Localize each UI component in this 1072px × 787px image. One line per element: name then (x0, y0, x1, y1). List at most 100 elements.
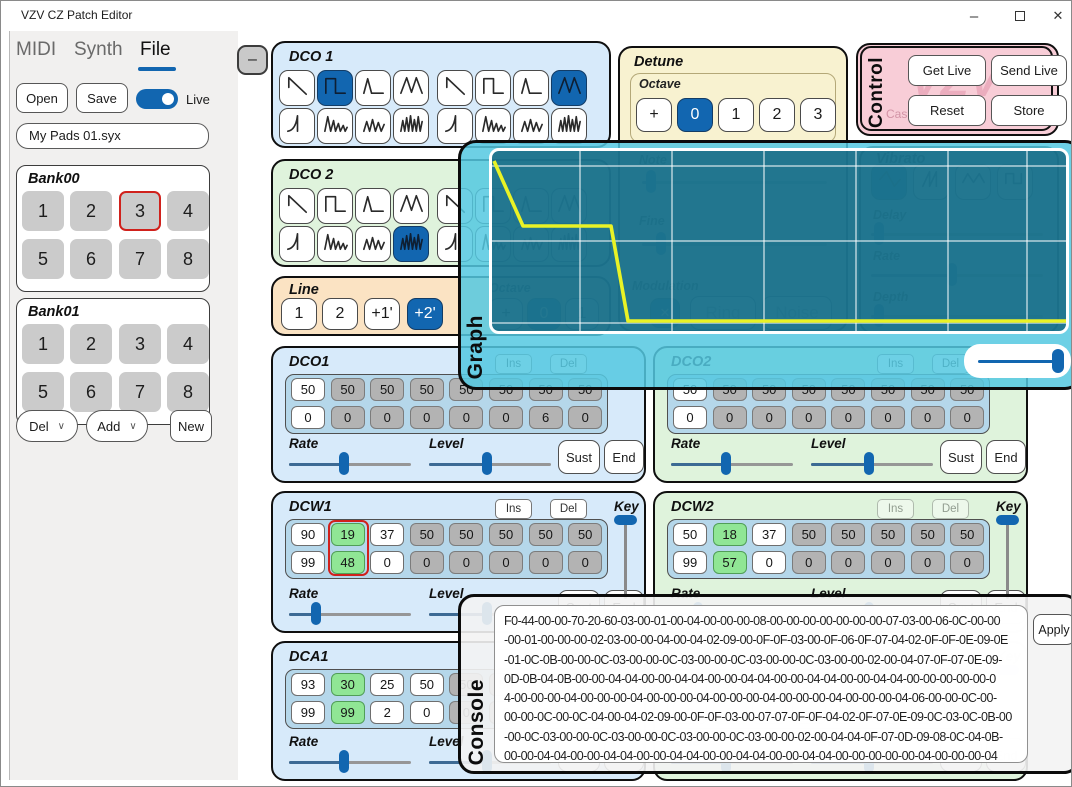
close-button[interactable]: ✕ (1043, 1, 1072, 31)
env-cell-rate[interactable]: 19 (331, 523, 365, 546)
tab-file[interactable]: File (140, 39, 171, 61)
env-cell-level[interactable]: 0 (529, 551, 563, 574)
env-cell-rate[interactable]: 50 (831, 523, 865, 546)
env-cell-rate[interactable]: 30 (331, 673, 365, 696)
rate-slider[interactable] (289, 604, 411, 624)
env-cell-level[interactable]: 0 (568, 551, 602, 574)
rate-slider-handle[interactable] (339, 452, 349, 475)
level-slider[interactable] (811, 454, 933, 474)
env-cell-level[interactable]: 0 (449, 551, 483, 574)
store-button[interactable]: Store (991, 95, 1067, 126)
env-cell-rate[interactable]: 18 (713, 523, 747, 546)
line-button[interactable]: +2' (407, 298, 443, 330)
env-cell-level[interactable]: 0 (410, 701, 444, 724)
env-cell-level[interactable]: 0 (911, 406, 945, 429)
wave-button-noise-saw-1[interactable] (317, 226, 353, 262)
env-cell-level[interactable]: 0 (410, 551, 444, 574)
save-button[interactable]: Save (76, 83, 128, 113)
wave-button-noise-saw-2[interactable] (355, 108, 391, 144)
env-cell-rate[interactable]: 50 (410, 378, 444, 401)
env-cell-rate[interactable]: 50 (370, 378, 404, 401)
env-cell-rate[interactable]: 37 (370, 523, 404, 546)
env-cell-level[interactable]: 0 (871, 406, 905, 429)
new-button[interactable]: New (170, 410, 212, 442)
del-dropdown[interactable]: Del∨ (16, 410, 78, 442)
env-cell-rate[interactable]: 93 (291, 673, 325, 696)
env-cell-level[interactable]: 0 (291, 406, 325, 429)
env-cell-level[interactable]: 99 (331, 701, 365, 724)
bank-bank00-patch-button[interactable]: 1 (22, 191, 64, 231)
env-cell-level[interactable]: 0 (673, 406, 707, 429)
bank-bank00-patch-button[interactable]: 6 (70, 239, 112, 279)
key-slider-handle[interactable] (614, 515, 637, 525)
live-toggle[interactable] (136, 89, 178, 109)
env-cell-level[interactable]: 0 (713, 406, 747, 429)
rate-slider[interactable] (289, 454, 411, 474)
bank-bank00-patch-button[interactable]: 7 (119, 239, 161, 279)
wave-button-saw-pulse[interactable] (279, 226, 315, 262)
env-cell-level[interactable]: 0 (950, 406, 984, 429)
env-cell-level[interactable]: 0 (489, 551, 523, 574)
apply-button[interactable]: Apply (1033, 614, 1072, 645)
wave-button-double-sine[interactable] (393, 188, 429, 224)
octave-button[interactable]: 0 (677, 98, 713, 132)
bank-bank01-patch-button[interactable]: 3 (119, 324, 161, 364)
bank-bank00-patch-button[interactable]: 2 (70, 191, 112, 231)
env-cell-level[interactable]: 57 (713, 551, 747, 574)
wave-button-square[interactable] (317, 188, 353, 224)
env-cell-rate[interactable]: 50 (529, 523, 563, 546)
rate-slider-handle[interactable] (311, 602, 321, 625)
env-cell-level[interactable]: 0 (370, 406, 404, 429)
env-cell-rate[interactable]: 50 (410, 523, 444, 546)
bank-bank01-patch-button[interactable]: 5 (22, 372, 64, 412)
env-cell-rate[interactable]: 50 (871, 523, 905, 546)
env-cell-level[interactable]: 0 (792, 406, 826, 429)
octave-button[interactable]: 2 (759, 98, 795, 132)
bank-bank00-patch-button[interactable]: 8 (167, 239, 209, 279)
wave-button-pulse[interactable] (513, 70, 549, 106)
get-live-button[interactable]: Get Live (908, 55, 986, 86)
add-dropdown[interactable]: Add∨ (86, 410, 148, 442)
rate-slider[interactable] (289, 752, 411, 772)
bank-bank01-patch-button[interactable]: 7 (119, 372, 161, 412)
env-cell-rate[interactable]: 50 (489, 523, 523, 546)
wave-button-square[interactable] (317, 70, 353, 106)
rate-slider-handle[interactable] (339, 750, 349, 773)
graph-zoom-handle[interactable] (1052, 349, 1064, 373)
env-cell-level[interactable]: 0 (449, 406, 483, 429)
env-cell-level[interactable]: 0 (331, 406, 365, 429)
delete-stage-button[interactable]: Del (550, 499, 587, 519)
insert-stage-button[interactable]: Ins (877, 499, 914, 519)
wave-button-noise-saw-2[interactable] (513, 108, 549, 144)
wave-button-square[interactable] (475, 70, 511, 106)
wave-button-saw-pulse[interactable] (279, 108, 315, 144)
minimize-button[interactable]: – (951, 1, 997, 31)
env-cell-rate[interactable]: 50 (449, 523, 483, 546)
env-cell-rate[interactable]: 50 (673, 523, 707, 546)
env-cell-level[interactable]: 0 (831, 551, 865, 574)
bank-bank01-patch-button[interactable]: 4 (167, 324, 209, 364)
env-cell-level[interactable]: 99 (673, 551, 707, 574)
env-cell-level[interactable]: 0 (831, 406, 865, 429)
env-cell-rate[interactable]: 50 (911, 523, 945, 546)
wave-button-pulse[interactable] (355, 70, 391, 106)
env-cell-level[interactable]: 6 (529, 406, 563, 429)
env-cell-level[interactable]: 0 (489, 406, 523, 429)
octave-button[interactable]: 3 (800, 98, 836, 132)
env-cell-level[interactable]: 2 (370, 701, 404, 724)
level-slider-handle[interactable] (864, 452, 874, 475)
octave-button[interactable]: + (636, 98, 672, 132)
filename-field[interactable]: My Pads 01.syx (16, 123, 209, 149)
env-cell-level[interactable]: 99 (291, 551, 325, 574)
line-button[interactable]: +1' (364, 298, 400, 330)
wave-button-noise-saw-3[interactable] (551, 108, 587, 144)
sustain-button[interactable]: Sust (558, 440, 600, 474)
wave-button-saw[interactable] (437, 70, 473, 106)
level-slider[interactable] (429, 454, 551, 474)
env-cell-level[interactable]: 0 (871, 551, 905, 574)
env-cell-level[interactable]: 0 (752, 406, 786, 429)
bank-bank01-patch-button[interactable]: 8 (167, 372, 209, 412)
line-button[interactable]: 1 (281, 298, 317, 330)
octave-button[interactable]: 1 (718, 98, 754, 132)
key-slider-handle[interactable] (996, 515, 1019, 525)
